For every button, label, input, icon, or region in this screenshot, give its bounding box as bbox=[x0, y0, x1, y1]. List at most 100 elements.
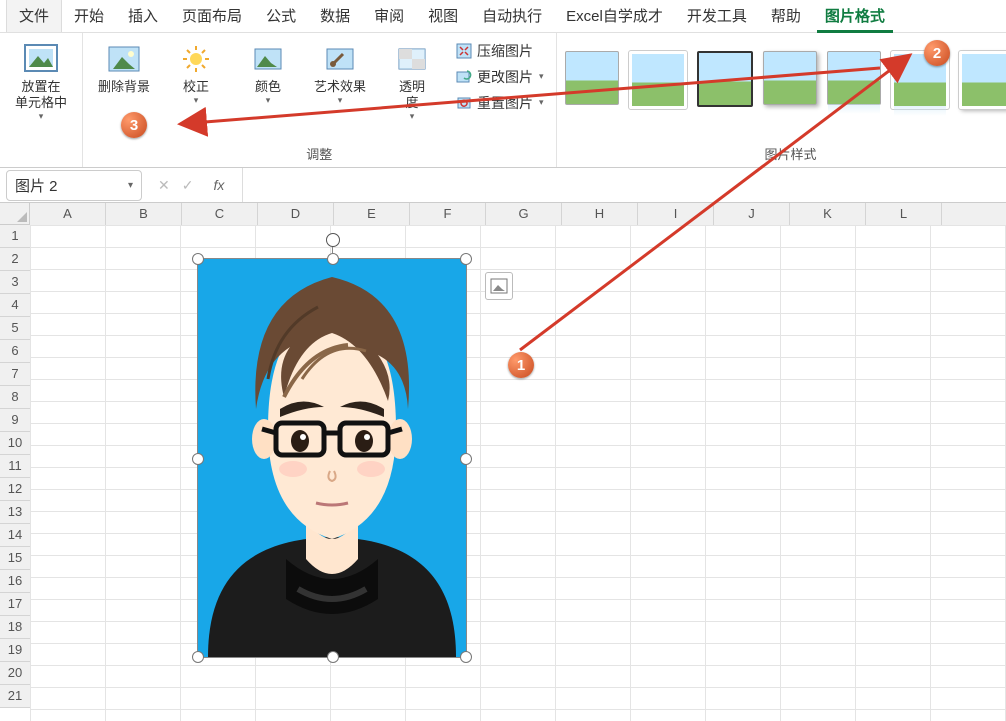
row-header[interactable]: 9 bbox=[0, 409, 30, 432]
column-header[interactable]: K bbox=[790, 203, 866, 225]
column-header[interactable]: D bbox=[258, 203, 334, 225]
tab-view[interactable]: 视图 bbox=[416, 0, 470, 32]
tab-help[interactable]: 帮助 bbox=[759, 0, 813, 32]
resize-handle-t[interactable] bbox=[327, 253, 339, 265]
inserted-picture[interactable] bbox=[197, 258, 467, 658]
resize-handle-b[interactable] bbox=[327, 651, 339, 663]
row-header[interactable]: 5 bbox=[0, 317, 30, 340]
artistic-effects-button[interactable]: 艺术效果 ▾ bbox=[307, 37, 373, 110]
row-header[interactable]: 3 bbox=[0, 271, 30, 294]
chevron-down-icon: ▾ bbox=[194, 95, 199, 106]
resize-handle-tl[interactable] bbox=[192, 253, 204, 265]
confirm-formula-button[interactable]: ✓ bbox=[182, 177, 194, 194]
resize-handle-bl[interactable] bbox=[192, 651, 204, 663]
tab-review[interactable]: 审阅 bbox=[362, 0, 416, 32]
name-box[interactable]: 图片 2 ▾ bbox=[6, 170, 142, 201]
picture-style-3[interactable] bbox=[697, 51, 753, 107]
corrections-button[interactable]: 校正 ▾ bbox=[163, 37, 229, 110]
row-header[interactable]: 1 bbox=[0, 225, 30, 248]
row-header[interactable]: 14 bbox=[0, 524, 30, 547]
cancel-formula-button[interactable]: ✕ bbox=[158, 177, 170, 194]
row-header[interactable]: 4 bbox=[0, 294, 30, 317]
row-header[interactable]: 6 bbox=[0, 340, 30, 363]
row-header[interactable]: 19 bbox=[0, 639, 30, 662]
chevron-down-icon: ▾ bbox=[338, 95, 343, 106]
tab-automate[interactable]: 自动执行 bbox=[470, 0, 554, 32]
row-header[interactable]: 15 bbox=[0, 547, 30, 570]
corrections-label: 校正 bbox=[183, 79, 209, 95]
fx-icon[interactable]: fx bbox=[205, 177, 232, 193]
place-in-cell-label: 放置在 单元格中 bbox=[15, 79, 67, 111]
row-header[interactable]: 17 bbox=[0, 593, 30, 616]
picture-styles-group-label: 图片样式 bbox=[765, 142, 817, 165]
tab-insert[interactable]: 插入 bbox=[116, 0, 170, 32]
row-header[interactable]: 12 bbox=[0, 478, 30, 501]
tab-custom[interactable]: Excel自学成才 bbox=[554, 0, 675, 32]
transparency-label: 透明 度 bbox=[399, 79, 425, 111]
tab-data[interactable]: 数据 bbox=[308, 0, 362, 32]
resize-handle-br[interactable] bbox=[460, 651, 472, 663]
tab-formulas[interactable]: 公式 bbox=[254, 0, 308, 32]
color-label: 颜色 bbox=[255, 79, 281, 95]
row-header[interactable]: 10 bbox=[0, 432, 30, 455]
artistic-effects-label: 艺术效果 bbox=[314, 79, 366, 95]
resize-handle-l[interactable] bbox=[192, 453, 204, 465]
layout-options-button[interactable] bbox=[485, 272, 513, 300]
chevron-down-icon: ▾ bbox=[266, 95, 271, 106]
row-header[interactable]: 21 bbox=[0, 685, 30, 708]
row-header[interactable]: 7 bbox=[0, 363, 30, 386]
picture-style-7[interactable] bbox=[959, 51, 1006, 109]
change-picture-button[interactable]: 更改图片 ▾ bbox=[451, 65, 548, 89]
column-header[interactable]: E bbox=[334, 203, 410, 225]
row-header[interactable]: 18 bbox=[0, 616, 30, 639]
ribbon: 放置在 单元格中 ▾ 删除背景 校正 ▾ bbox=[0, 33, 1006, 168]
row-header[interactable]: 20 bbox=[0, 662, 30, 685]
column-header[interactable]: B bbox=[106, 203, 182, 225]
reset-picture-button[interactable]: 重置图片 ▾ bbox=[451, 91, 548, 115]
column-header[interactable]: H bbox=[562, 203, 638, 225]
select-all-corner[interactable] bbox=[0, 203, 30, 225]
color-icon bbox=[250, 41, 286, 77]
row-header[interactable]: 8 bbox=[0, 386, 30, 409]
tab-page-layout[interactable]: 页面布局 bbox=[170, 0, 254, 32]
cells-grid[interactable] bbox=[30, 225, 1006, 721]
compress-pictures-label: 压缩图片 bbox=[477, 41, 533, 61]
column-header[interactable]: J bbox=[714, 203, 790, 225]
transparency-button[interactable]: 透明 度 ▾ bbox=[379, 37, 445, 126]
reset-icon bbox=[455, 94, 473, 112]
tab-home[interactable]: 开始 bbox=[62, 0, 116, 32]
column-header[interactable]: I bbox=[638, 203, 714, 225]
resize-handle-tr[interactable] bbox=[460, 253, 472, 265]
rotation-handle[interactable] bbox=[326, 233, 340, 247]
callout-1: 1 bbox=[508, 352, 534, 378]
formula-input[interactable] bbox=[243, 168, 1006, 202]
chevron-down-icon: ▾ bbox=[539, 97, 544, 108]
place-in-cell-icon bbox=[23, 41, 59, 77]
column-header[interactable]: G bbox=[486, 203, 562, 225]
column-header[interactable]: C bbox=[182, 203, 258, 225]
picture-style-2[interactable] bbox=[629, 51, 687, 109]
column-header[interactable]: F bbox=[410, 203, 486, 225]
compress-pictures-button[interactable]: 压缩图片 bbox=[451, 39, 548, 63]
tab-developer[interactable]: 开发工具 bbox=[675, 0, 759, 32]
reset-picture-label: 重置图片 bbox=[477, 93, 533, 113]
picture-style-4[interactable] bbox=[763, 51, 817, 105]
picture-style-1[interactable] bbox=[565, 51, 619, 105]
callout-3: 3 bbox=[121, 112, 147, 138]
column-header[interactable]: L bbox=[866, 203, 942, 225]
picture-style-5[interactable] bbox=[827, 51, 881, 105]
row-header[interactable]: 2 bbox=[0, 248, 30, 271]
row-header[interactable]: 11 bbox=[0, 455, 30, 478]
place-in-cell-button[interactable]: 放置在 单元格中 ▾ bbox=[8, 37, 74, 126]
color-button[interactable]: 颜色 ▾ bbox=[235, 37, 301, 110]
tab-file[interactable]: 文件 bbox=[6, 0, 62, 32]
group-place: 放置在 单元格中 ▾ bbox=[0, 33, 83, 167]
row-header[interactable]: 13 bbox=[0, 501, 30, 524]
column-header[interactable]: A bbox=[30, 203, 106, 225]
remove-background-button[interactable]: 删除背景 bbox=[91, 37, 157, 99]
column-headers: ABCDEFGHIJKL bbox=[30, 203, 1006, 226]
formula-bar: 图片 2 ▾ ✕ ✓ fx bbox=[0, 168, 1006, 203]
row-header[interactable]: 16 bbox=[0, 570, 30, 593]
tab-picture-format[interactable]: 图片格式 bbox=[813, 0, 897, 32]
resize-handle-r[interactable] bbox=[460, 453, 472, 465]
